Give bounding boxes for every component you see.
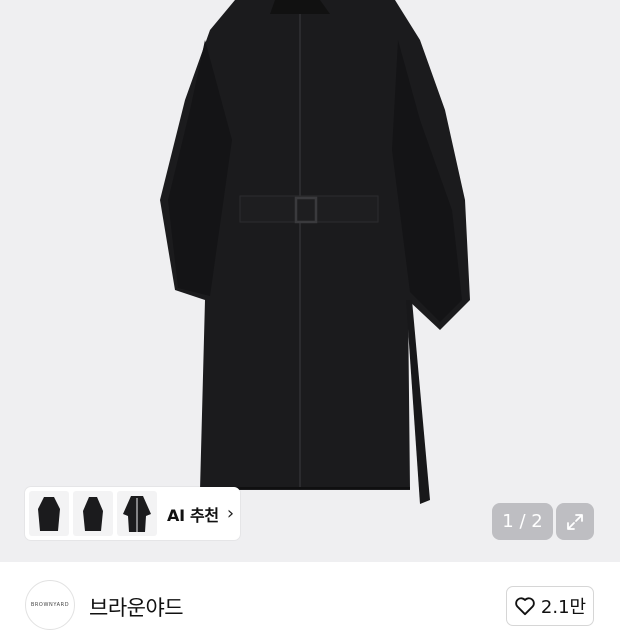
coat-thumbnail-icon (38, 496, 60, 531)
coat-thumbnail-icon (123, 495, 151, 532)
coat-thumbnail-icon (83, 496, 103, 531)
coat-thumb-front[interactable] (29, 491, 69, 536)
brand-bar: BROWNYARD 브라운야드 2.1만 (0, 562, 620, 630)
like-count: 2.1만 (540, 597, 587, 618)
product-image[interactable]: AI 추천 › 1 / 2 (0, 0, 620, 562)
coat-thumb-side[interactable] (73, 491, 113, 536)
like-button[interactable]: 2.1만 (506, 586, 594, 626)
expand-icon (567, 513, 583, 530)
chevron-right-icon: › (226, 503, 235, 524)
coat-thumb-back[interactable] (117, 491, 157, 536)
ai-recommend-card[interactable]: AI 추천 › (25, 487, 240, 540)
image-pager: 1 / 2 (492, 503, 553, 540)
brand-name[interactable]: 브라운야드 (89, 592, 184, 622)
ai-recommend-label: AI 추천 (167, 505, 219, 525)
brand-logo[interactable]: BROWNYARD (25, 580, 75, 630)
brand-logo-text: BROWNYARD (30, 602, 70, 608)
coat-image (160, 0, 470, 504)
expand-button[interactable] (556, 503, 594, 540)
heart-icon (515, 597, 535, 616)
